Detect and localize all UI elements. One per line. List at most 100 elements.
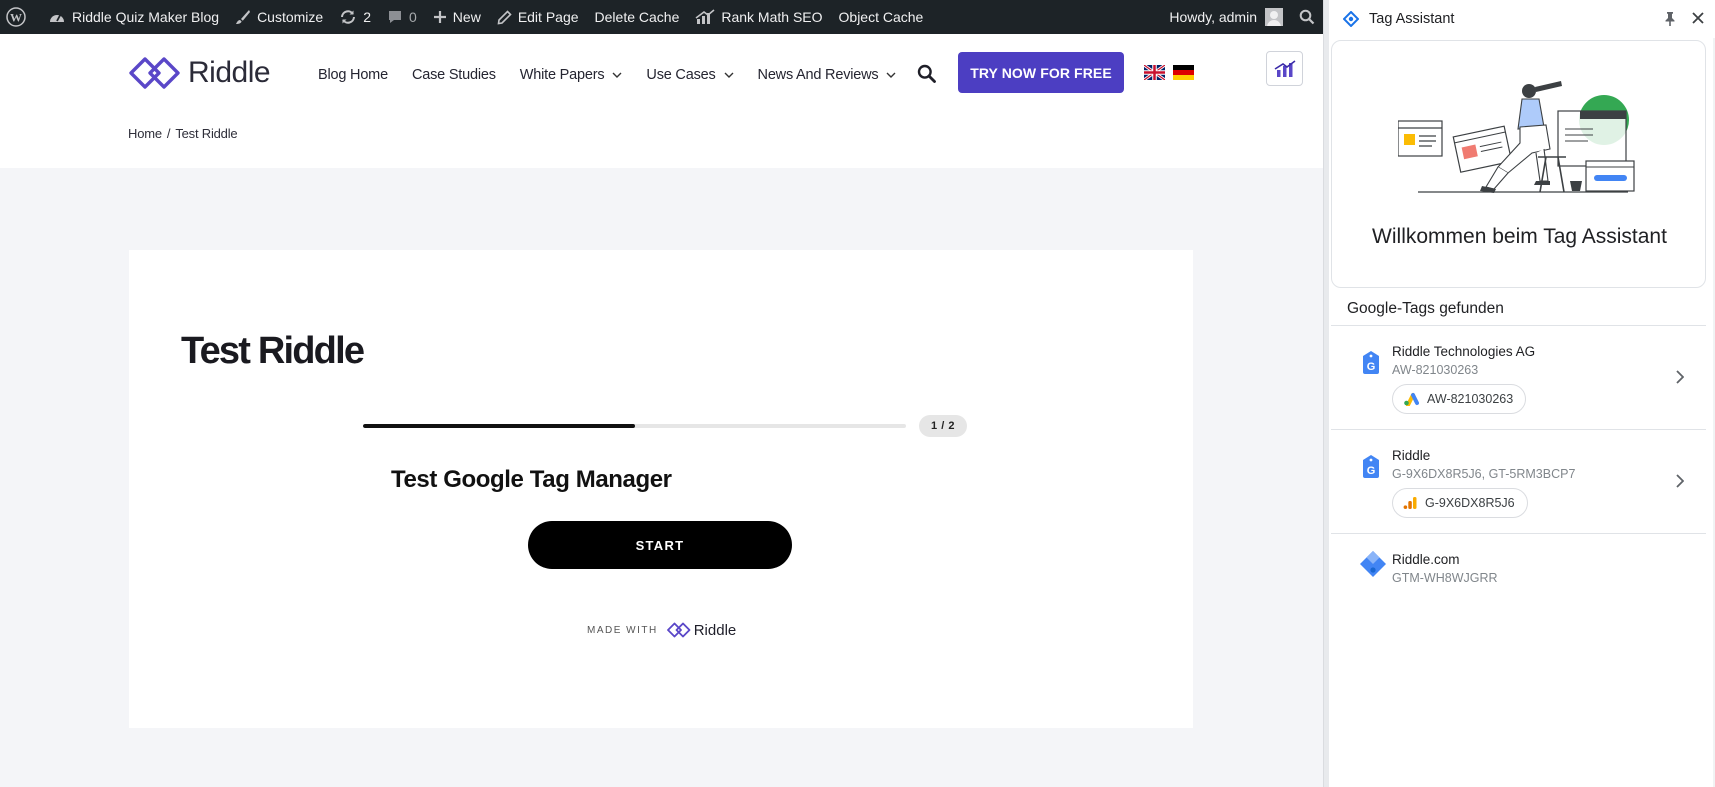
admin-search-button[interactable] — [1291, 0, 1323, 34]
google-tag-icon: G — [1363, 455, 1379, 478]
tag-chip[interactable]: AW-821030263 — [1392, 384, 1527, 414]
rank-math-chart-icon — [1274, 59, 1295, 77]
logo-wordmark: Riddle — [188, 56, 271, 89]
tag-ids: GTM-WH8WJGRR — [1392, 571, 1498, 585]
tag-manager-icon — [1360, 551, 1386, 577]
welcome-card: Willkommen beim Tag Assistant — [1331, 40, 1706, 288]
breadcrumb: Home / Test Riddle — [128, 126, 238, 141]
welcome-title: Willkommen beim Tag Assistant — [1372, 225, 1667, 248]
my-account-menu[interactable]: Howdy, admin — [1161, 0, 1291, 34]
comments-count: 0 — [409, 9, 417, 25]
nav-news-and-reviews[interactable]: News And Reviews — [758, 67, 897, 83]
search-icon — [917, 64, 936, 83]
breadcrumb-separator: / — [166, 126, 171, 141]
quiz-title: Test Google Tag Manager — [391, 466, 672, 493]
edit-page-menu[interactable]: Edit Page — [489, 0, 587, 34]
delete-cache-menu[interactable]: Delete Cache — [587, 0, 688, 34]
pin-icon — [1665, 12, 1675, 26]
panel-title: Tag Assistant — [1369, 11, 1455, 27]
nav-case-studies[interactable]: Case Studies — [412, 67, 496, 83]
google-analytics-icon — [1403, 497, 1417, 509]
chevron-down-icon — [612, 72, 622, 78]
google-ads-icon — [1404, 393, 1419, 406]
new-label: New — [452, 9, 481, 25]
tag-name: Riddle — [1392, 448, 1431, 463]
tag-name: Riddle.com — [1392, 552, 1460, 567]
search-icon — [1299, 9, 1315, 25]
chevron-down-icon — [724, 72, 734, 78]
site-name-menu[interactable]: Riddle Quiz Maker Blog — [34, 0, 227, 34]
updates-count: 2 — [363, 9, 371, 25]
site-name-label: Riddle Quiz Maker Blog — [72, 9, 220, 25]
breadcrumb-current: Test Riddle — [175, 126, 238, 141]
nav-blog-home[interactable]: Blog Home — [318, 67, 388, 83]
close-button[interactable] — [1689, 9, 1707, 32]
delete-cache-label: Delete Cache — [594, 9, 680, 25]
chevron-right-icon — [1676, 370, 1684, 384]
new-content-menu[interactable]: New — [425, 0, 489, 34]
welcome-illustration — [1398, 81, 1635, 193]
tag-chip[interactable]: G-9X6DX8R5J6 — [1392, 488, 1528, 518]
language-de-flag-icon[interactable] — [1173, 65, 1194, 80]
made-with-brand: Riddle — [693, 621, 737, 639]
nav-use-cases[interactable]: Use Cases — [646, 67, 734, 83]
found-tags-heading: Google-Tags gefunden — [1347, 300, 1504, 317]
svg-text:G: G — [1367, 465, 1376, 477]
svg-text:G: G — [1367, 361, 1376, 373]
comment-bubble-icon — [389, 11, 401, 23]
site-header: Riddle Blog Home Case Studies White Pape… — [0, 34, 1323, 168]
close-icon — [1692, 12, 1704, 24]
post-content-card: Test Riddle 1 / 2 Test Google Tag Manage… — [129, 250, 1193, 728]
chevron-right-icon — [1676, 474, 1684, 488]
breadcrumb-home-link[interactable]: Home — [128, 126, 162, 141]
chip-label: AW-821030263 — [1427, 392, 1514, 406]
panel-header: Tag Assistant — [1329, 0, 1715, 38]
nav-white-papers[interactable]: White Papers — [520, 67, 623, 83]
rank-math-icon — [695, 9, 715, 24]
quiz-progress-fill — [363, 424, 635, 428]
made-with-label: MADE WITH — [587, 624, 658, 636]
site-logo[interactable]: Riddle — [128, 54, 271, 92]
page-title: Test Riddle — [181, 330, 365, 372]
comments-menu[interactable]: 0 — [379, 0, 425, 34]
tag-row[interactable]: G Riddle Technologies AG AW-821030263 AW… — [1331, 325, 1706, 429]
start-quiz-button[interactable]: START — [528, 521, 792, 569]
step-counter-badge: 1 / 2 — [919, 415, 967, 437]
riddle-logo-icon — [666, 622, 691, 638]
updates-icon — [341, 10, 356, 24]
pin-button[interactable] — [1663, 11, 1677, 32]
wp-admin-bar: W Riddle Quiz Maker Blog Customize 2 0 N… — [0, 0, 1323, 34]
try-now-button[interactable]: TRY NOW FOR FREE — [958, 52, 1124, 93]
object-cache-menu[interactable]: Object Cache — [831, 0, 932, 34]
made-with-riddle-link[interactable]: MADE WITH Riddle — [587, 621, 736, 639]
customize-menu[interactable]: Customize — [227, 0, 331, 34]
updates-menu[interactable]: 2 — [331, 0, 379, 34]
chip-label: G-9X6DX8R5J6 — [1425, 496, 1515, 510]
wordpress-icon: W — [6, 7, 26, 27]
rank-math-menu[interactable]: Rank Math SEO — [687, 0, 830, 34]
tag-assistant-icon — [1343, 11, 1359, 27]
rank-math-toolbar-button[interactable] — [1266, 51, 1303, 86]
howdy-label: Howdy, admin — [1169, 9, 1257, 25]
screen: W Riddle Quiz Maker Blog Customize 2 0 N… — [0, 0, 1715, 787]
tag-name: Riddle Technologies AG — [1392, 344, 1536, 359]
tag-row[interactable]: G Riddle G-9X6DX8R5J6, GT-5RM3BCP7 G-9X6… — [1331, 429, 1706, 533]
pencil-icon — [497, 9, 512, 24]
tag-ids: AW-821030263 — [1392, 363, 1479, 377]
plus-icon — [433, 11, 446, 23]
wordpress-logo-menu[interactable]: W — [0, 0, 34, 34]
riddle-logo-icon — [129, 57, 180, 89]
main-navigation: Blog Home Case Studies White Papers Use … — [318, 64, 920, 86]
object-cache-label: Object Cache — [838, 9, 924, 25]
language-en-flag-icon[interactable] — [1144, 65, 1165, 80]
nav-label: Use Cases — [646, 67, 716, 83]
site-search-button[interactable] — [917, 64, 936, 88]
tag-ids: G-9X6DX8R5J6, GT-5RM3BCP7 — [1392, 467, 1576, 481]
chevron-down-icon — [886, 72, 896, 78]
quiz-progress-bar — [363, 424, 906, 428]
tag-row[interactable]: Riddle.com GTM-WH8WJGRR — [1331, 533, 1706, 597]
rank-math-label: Rank Math SEO — [721, 9, 823, 25]
google-tag-icon: G — [1363, 351, 1379, 374]
svg-text:W: W — [10, 11, 22, 25]
nav-label: White Papers — [519, 67, 605, 83]
